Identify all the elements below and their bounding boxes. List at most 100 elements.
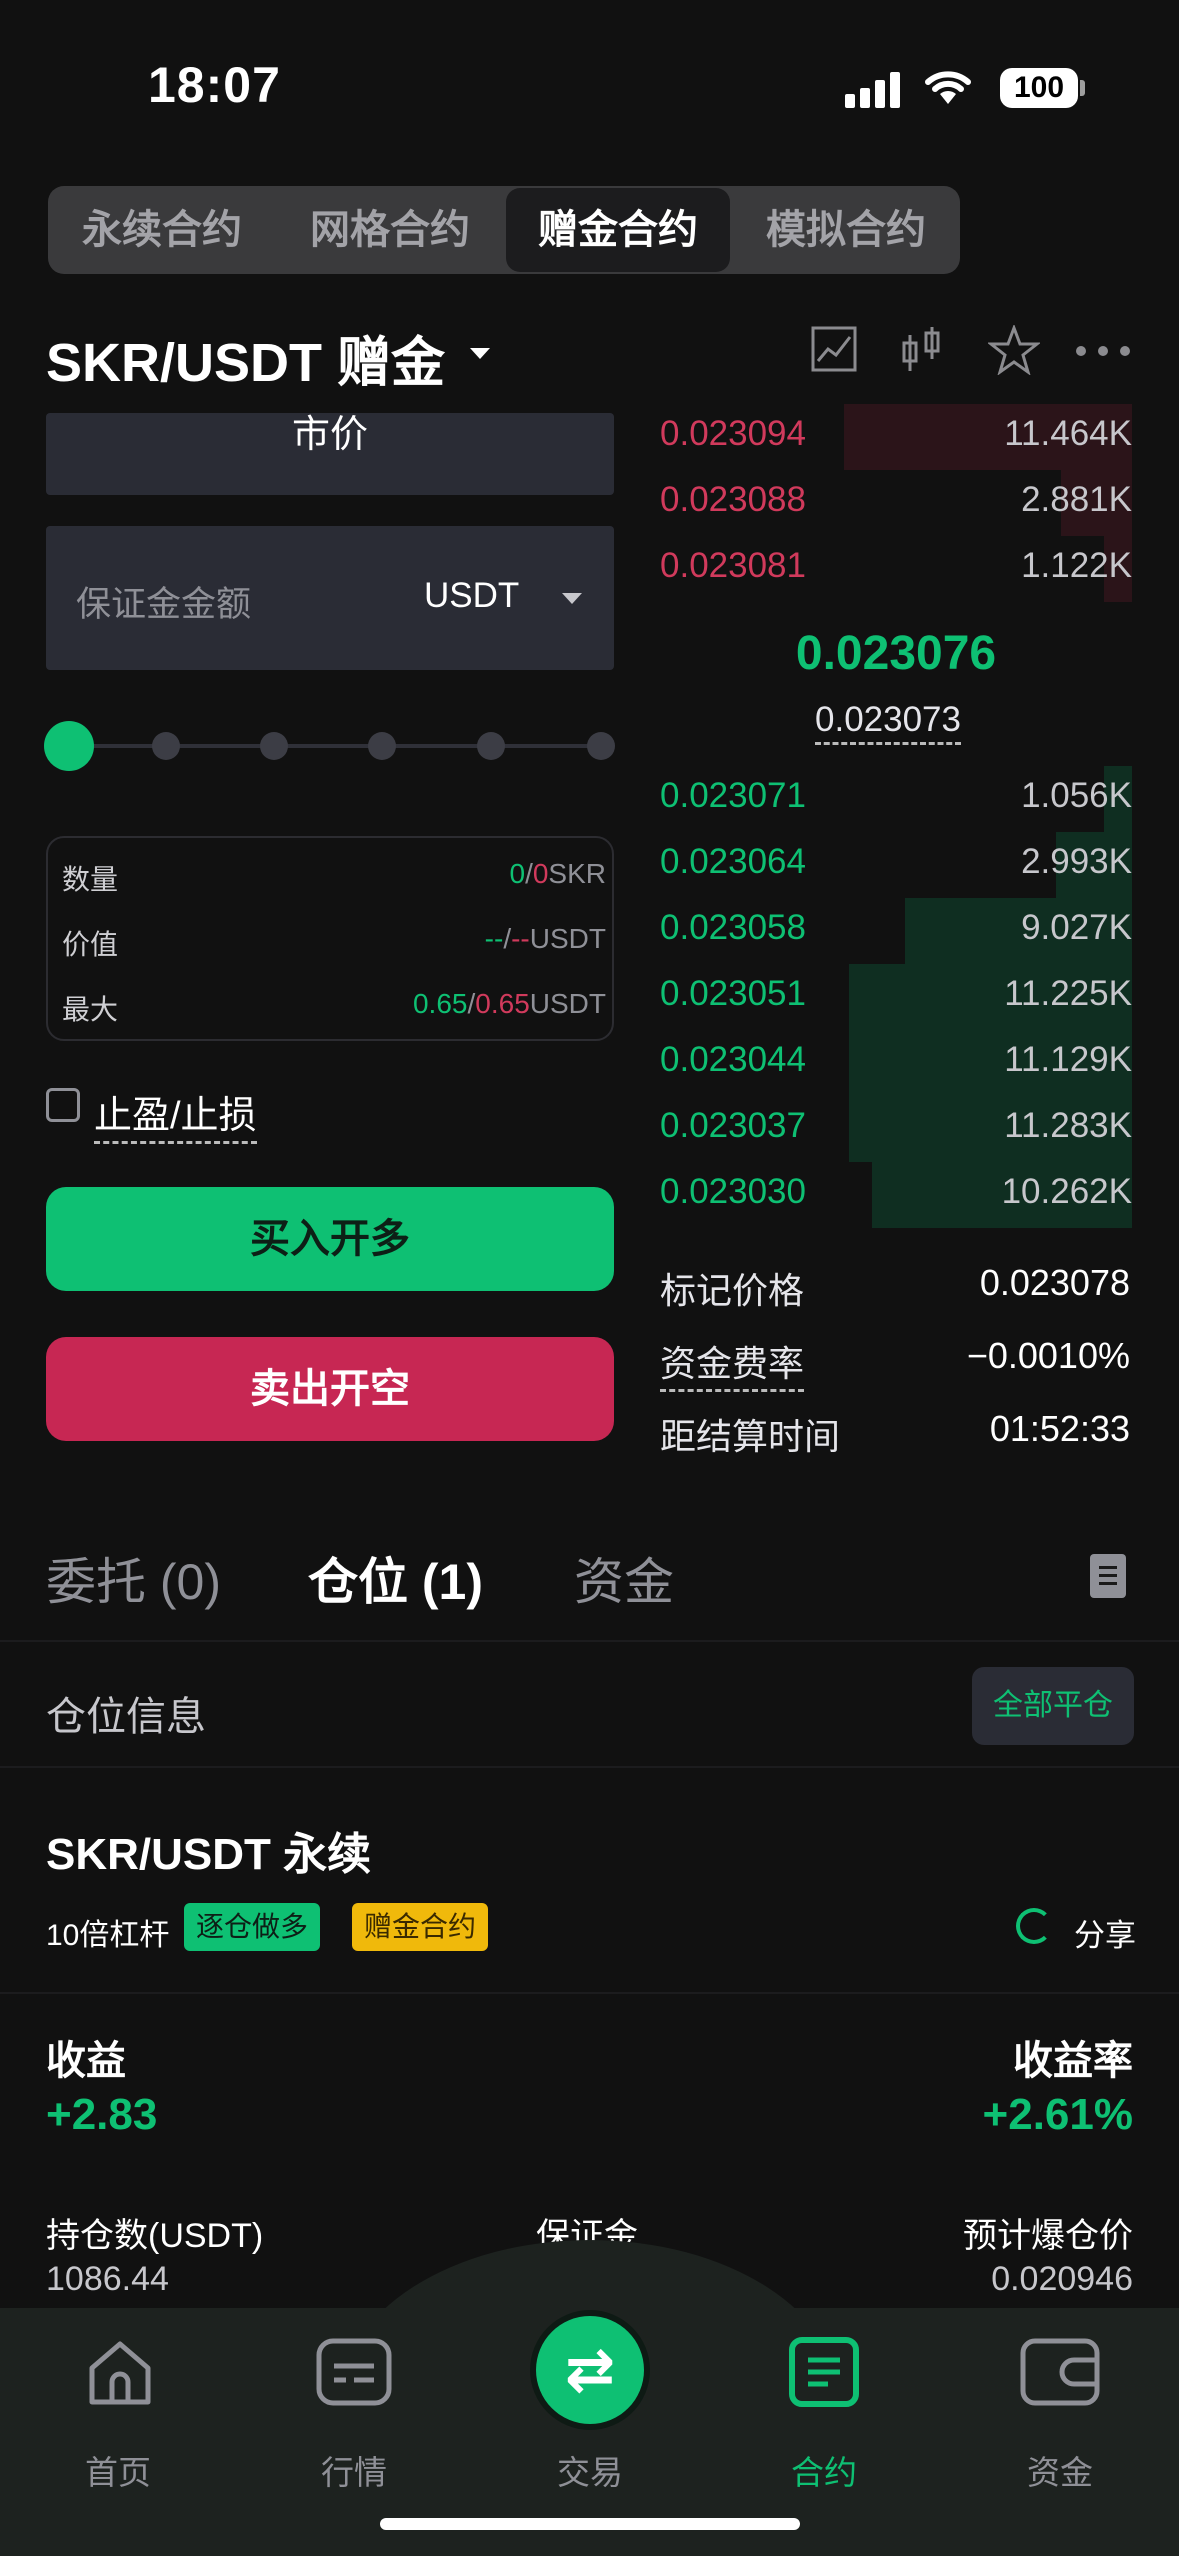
wifi-icon (922, 66, 974, 111)
tab-funds[interactable]: 资金 (574, 1542, 674, 1614)
candlestick-icon[interactable] (900, 325, 944, 378)
tab-grid[interactable]: 网格合约 (278, 188, 502, 272)
tab-orders[interactable]: 委托 (0) (46, 1542, 221, 1614)
ask-price: 0.023094 (660, 414, 806, 453)
bid-row[interactable]: 0.023064 2.993K (660, 832, 1132, 898)
slider-step[interactable] (477, 732, 505, 760)
max-label: 最大 (62, 994, 119, 1025)
battery-icon: 100 (1000, 68, 1078, 108)
ask-row[interactable]: 0.023094 11.464K (660, 404, 1132, 470)
divider (0, 1766, 1179, 1768)
bid-qty: 2.993K (1021, 842, 1132, 881)
bid-row[interactable]: 0.023058 9.027K (660, 898, 1132, 964)
amount-slider-track[interactable] (68, 744, 602, 748)
bid-price: 0.023071 (660, 776, 806, 815)
margin-mode-badge: 逐仓做多 (184, 1903, 321, 1951)
nav-contract-label[interactable]: 合约 (754, 2446, 894, 2494)
ask-qty: 1.122K (1021, 546, 1132, 585)
bid-row[interactable]: 0.023044 11.129K (660, 1030, 1132, 1096)
order-type-select[interactable]: 市价 (46, 413, 614, 495)
swap-icon[interactable]: ⇄ (536, 2316, 644, 2424)
qty-label: 数量 (62, 864, 119, 895)
tpsl-checkbox[interactable] (46, 1088, 80, 1122)
pair-selector[interactable]: SKR/USDT 赠金 (46, 318, 445, 397)
slider-step[interactable] (260, 732, 288, 760)
more-icon[interactable] (1075, 344, 1131, 362)
close-all-button[interactable]: 全部平仓 (972, 1667, 1134, 1745)
ask-row[interactable]: 0.023081 1.122K (660, 536, 1132, 602)
qty-value: 0/0SKR (509, 858, 606, 889)
share-icon[interactable] (1016, 1908, 1052, 1944)
document-icon[interactable] (1090, 1554, 1126, 1598)
bid-row[interactable]: 0.023037 11.283K (660, 1096, 1132, 1162)
bid-price: 0.023044 (660, 1040, 806, 1079)
bid-price: 0.023030 (660, 1172, 806, 1211)
value-value: --/--USDT (484, 923, 606, 954)
tpsl-label[interactable]: 止盈/止损 (94, 1084, 257, 1144)
bid-price: 0.023064 (660, 842, 806, 881)
settlement-label: 距结算时间 (660, 1416, 841, 1457)
bid-price: 0.023051 (660, 974, 806, 1013)
cellular-signal-icon (845, 70, 905, 108)
ask-qty: 2.881K (1021, 480, 1132, 519)
bonus-badge: 赠金合约 (352, 1903, 489, 1951)
nav-market-label[interactable]: 行情 (284, 2446, 424, 2494)
slider-step[interactable] (152, 732, 180, 760)
star-icon[interactable] (986, 323, 1042, 380)
tab-bonus[interactable]: 赠金合约 (506, 188, 730, 272)
nav-funds-label[interactable]: 资金 (990, 2446, 1130, 2494)
bid-row[interactable]: 0.023051 11.225K (660, 964, 1132, 1030)
ask-row[interactable]: 0.023088 2.881K (660, 470, 1132, 536)
max-value: 0.65/0.65USDT (412, 988, 606, 1019)
order-type-label: 市价 (291, 414, 368, 456)
nav-home-label[interactable]: 首页 (48, 2446, 188, 2494)
ask-price: 0.023081 (660, 546, 806, 585)
funding-rate-value: −0.0010% (966, 1335, 1130, 1376)
divider (0, 1640, 1179, 1642)
home-indicator (380, 2518, 800, 2530)
slider-step[interactable] (368, 732, 396, 760)
chevron-down-icon (562, 593, 582, 604)
bid-qty: 11.283K (1004, 1106, 1132, 1145)
status-time: 18:07 (148, 57, 281, 113)
slider-step[interactable] (587, 732, 615, 760)
tab-positions[interactable]: 仓位 (1) (308, 1542, 483, 1614)
bid-price: 0.023058 (660, 908, 806, 947)
bid-row[interactable]: 0.023071 1.056K (660, 766, 1132, 832)
index-price[interactable]: 0.023073 (815, 700, 961, 745)
bid-qty: 11.225K (1004, 974, 1132, 1013)
bid-qty: 9.027K (1021, 908, 1132, 947)
ask-price: 0.023088 (660, 480, 806, 519)
margin-unit-select[interactable]: USDT (424, 576, 519, 616)
leverage-label: 10倍杠杆 (46, 1919, 170, 1952)
bid-qty: 1.056K (1021, 776, 1132, 815)
chart-icon[interactable] (810, 325, 858, 378)
share-label[interactable]: 分享 (1074, 1910, 1136, 1955)
market-icon (316, 2338, 392, 2406)
buy-long-button[interactable]: 买入开多 (46, 1187, 614, 1291)
pnl-value: +2.83 (46, 2090, 158, 2139)
settlement-countdown: 01:52:33 (989, 1408, 1130, 1449)
pair-name: SKR/USDT 赠金 (46, 333, 446, 393)
battery-tip (1080, 80, 1085, 96)
funding-rate-label[interactable]: 资金费率 (660, 1335, 805, 1392)
liq-price-value: 0.020946 (991, 2260, 1133, 2298)
position-info-title: 仓位信息 (46, 1695, 206, 1739)
sell-short-button[interactable]: 卖出开空 (46, 1337, 614, 1441)
bid-row[interactable]: 0.023030 10.262K (660, 1162, 1132, 1228)
ask-qty: 11.464K (1004, 414, 1132, 453)
bid-qty: 11.129K (1004, 1040, 1132, 1079)
last-price: 0.023076 (795, 627, 997, 680)
bid-price: 0.023037 (660, 1106, 806, 1145)
roe-label: 收益率 (1013, 2039, 1133, 2083)
margin-amount-label: 保证金金额 (76, 585, 252, 624)
position-title: SKR/USDT 永续 (46, 1830, 372, 1879)
tab-perpetual[interactable]: 永续合约 (50, 188, 274, 272)
nav-trade-label[interactable]: 交易 (520, 2446, 660, 2494)
liq-price-label: 预计爆仓价 (963, 2217, 1133, 2255)
divider (0, 1992, 1179, 1994)
slider-knob[interactable] (44, 721, 94, 771)
mark-price-value: 0.023078 (979, 1262, 1130, 1303)
position-size-label: 持仓数(USDT) (46, 2217, 264, 2255)
tab-demo[interactable]: 模拟合约 (734, 188, 958, 272)
